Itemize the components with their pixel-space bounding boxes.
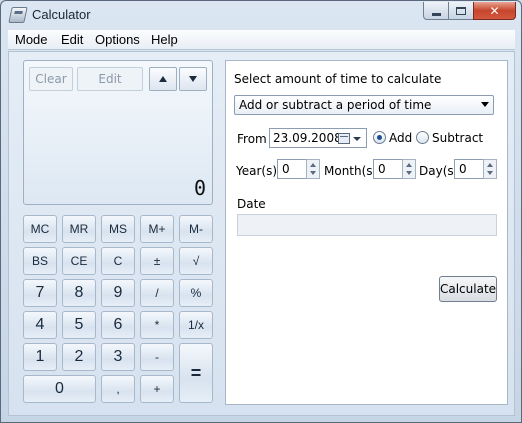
date-calculation-panel: Select amount of time to calculate Add o…: [225, 60, 508, 405]
months-input[interactable]: 0: [373, 159, 403, 179]
maximize-icon: [456, 6, 466, 15]
key-decimal[interactable]: ,: [101, 375, 135, 403]
chevron-down-icon: [481, 102, 489, 107]
display: Clear Edit 0: [23, 60, 213, 205]
calculation-mode-value: Add or subtract a period of time: [239, 98, 432, 112]
key-backspace[interactable]: BS: [23, 247, 57, 275]
key-9[interactable]: 9: [101, 279, 135, 307]
key-4[interactable]: 4: [23, 311, 57, 339]
years-input[interactable]: 0: [277, 159, 307, 179]
spin-up-icon: [310, 163, 316, 167]
key-1[interactable]: 1: [23, 343, 57, 371]
key-mr[interactable]: MR: [62, 215, 96, 243]
key-c[interactable]: C: [101, 247, 135, 275]
history-up-button[interactable]: [149, 67, 177, 91]
calendar-dropdown-icon[interactable]: [353, 137, 361, 141]
key-ms[interactable]: MS: [101, 215, 135, 243]
key-mc[interactable]: MC: [23, 215, 57, 243]
key-percent[interactable]: %: [179, 279, 213, 307]
display-value: 0: [193, 176, 206, 200]
key-2[interactable]: 2: [62, 343, 96, 371]
minimize-button[interactable]: [423, 2, 449, 20]
days-spinner[interactable]: [483, 159, 497, 179]
key-0[interactable]: 0: [23, 375, 96, 403]
spin-down-icon: [487, 171, 493, 175]
calendar-icon[interactable]: [338, 133, 350, 144]
years-label: Year(s): [236, 164, 278, 178]
menu-bar: Mode Edit Options Help: [8, 30, 515, 50]
spin-down-icon: [406, 171, 412, 175]
key-7[interactable]: 7: [23, 279, 57, 307]
result-label: Date: [237, 197, 266, 211]
history-down-button[interactable]: [179, 67, 207, 91]
key-add[interactable]: +: [140, 375, 174, 403]
spin-up-icon: [487, 163, 493, 167]
calculator-window: Calculator ✕ Mode Edit Options Help Clea…: [0, 0, 522, 423]
history-edit-button[interactable]: Edit: [77, 67, 143, 91]
years-spinner[interactable]: [306, 159, 320, 179]
key-equals[interactable]: =: [179, 343, 213, 403]
spin-up-icon: [406, 163, 412, 167]
key-reciprocal[interactable]: 1/x: [179, 311, 213, 339]
history-clear-button[interactable]: Clear: [29, 67, 73, 91]
key-ce[interactable]: CE: [62, 247, 96, 275]
key-plus-minus[interactable]: ±: [140, 247, 174, 275]
menu-mode[interactable]: Mode: [15, 32, 48, 47]
key-m-plus[interactable]: M+: [140, 215, 174, 243]
menu-edit[interactable]: Edit: [61, 32, 83, 47]
calculator-body: Clear Edit 0 MC MR MS M+ M- BS CE C ± √ …: [8, 51, 515, 416]
menu-help[interactable]: Help: [151, 32, 178, 47]
calculator-app-icon: [8, 7, 28, 23]
key-multiply[interactable]: *: [140, 311, 174, 339]
minimize-icon: [431, 12, 441, 16]
key-divide[interactable]: /: [140, 279, 174, 307]
key-8[interactable]: 8: [62, 279, 96, 307]
days-input[interactable]: 0: [454, 159, 484, 179]
subtract-radio[interactable]: [416, 131, 429, 144]
months-label: Month(s): [324, 164, 378, 178]
calculate-button[interactable]: Calculate: [439, 276, 497, 302]
calculation-mode-select[interactable]: Add or subtract a period of time: [234, 95, 494, 115]
menu-options[interactable]: Options: [95, 32, 140, 47]
key-3[interactable]: 3: [101, 343, 135, 371]
add-radio[interactable]: [373, 131, 386, 144]
maximize-button[interactable]: [448, 2, 474, 20]
key-m-minus[interactable]: M-: [179, 215, 213, 243]
window-title: Calculator: [32, 7, 91, 22]
from-label: From: [237, 132, 267, 146]
key-subtract[interactable]: -: [140, 343, 174, 371]
spin-down-icon: [310, 171, 316, 175]
arrow-up-icon: [159, 76, 167, 82]
add-label[interactable]: Add: [389, 131, 412, 145]
key-5[interactable]: 5: [62, 311, 96, 339]
arrow-down-icon: [189, 76, 197, 82]
months-spinner[interactable]: [402, 159, 416, 179]
subtract-label[interactable]: Subtract: [432, 131, 483, 145]
days-label: Day(s): [419, 164, 459, 178]
key-sqrt[interactable]: √: [179, 247, 213, 275]
close-icon: ✕: [489, 3, 500, 18]
close-button[interactable]: ✕: [473, 2, 516, 20]
from-date-value: 23.09.2008: [273, 131, 342, 145]
result-field: [237, 214, 497, 236]
panel-title: Select amount of time to calculate: [234, 72, 442, 86]
key-6[interactable]: 6: [101, 311, 135, 339]
title-bar[interactable]: Calculator ✕: [1, 1, 521, 30]
